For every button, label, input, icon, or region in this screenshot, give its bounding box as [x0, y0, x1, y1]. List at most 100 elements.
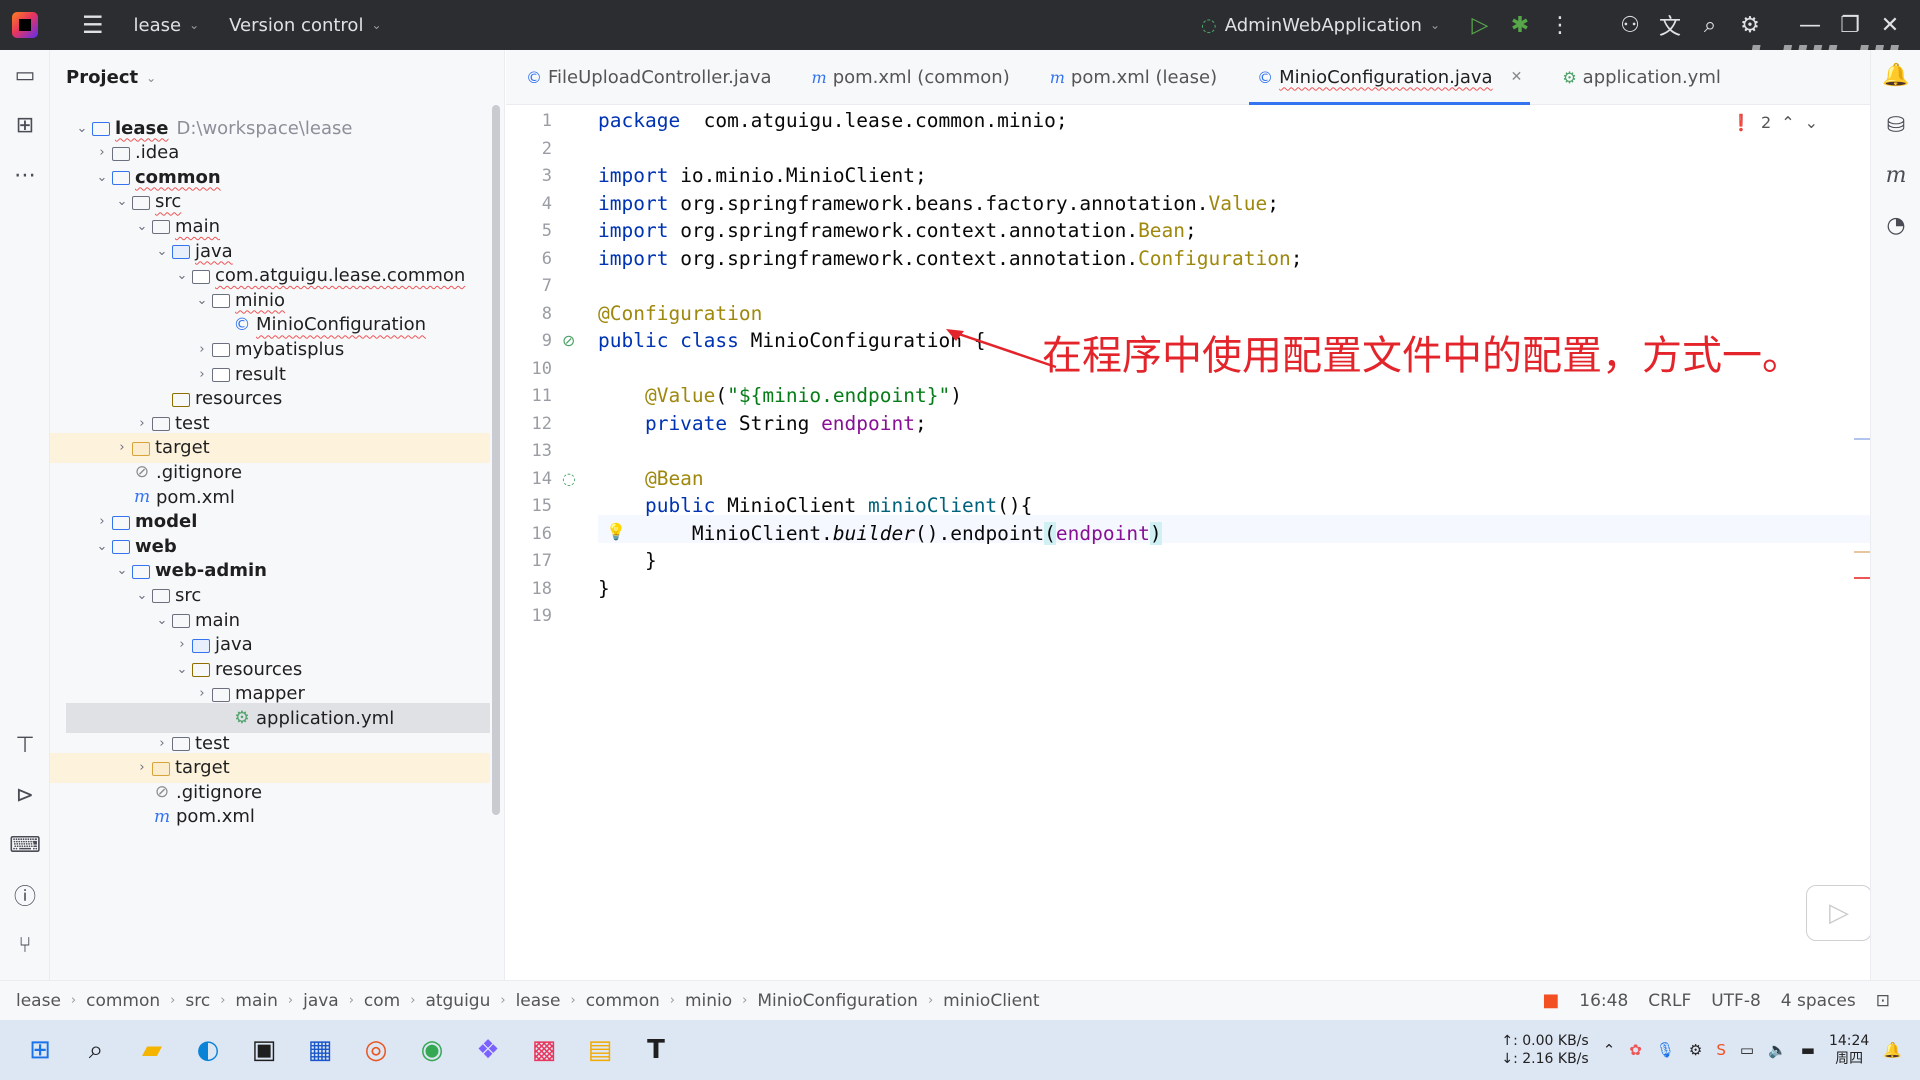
translate-icon[interactable]: 文 [1650, 5, 1690, 45]
chevron-down-icon[interactable]: ⌄ [192, 293, 212, 308]
video-play-button[interactable]: ▷ [1806, 885, 1872, 941]
gradle-icon[interactable]: ◔ [1871, 200, 1920, 250]
tree-item[interactable]: m pom.xml [50, 802, 490, 832]
search-icon[interactable]: ⌕ [1690, 5, 1730, 45]
tray-app-icon[interactable]: ⚙ [1689, 1041, 1702, 1059]
store-icon[interactable]: ▦ [292, 1022, 348, 1078]
breadcrumb-item[interactable]: MinioConfiguration [757, 991, 918, 1011]
code-line[interactable]: public class MinioConfiguration { [598, 329, 985, 352]
breadcrumb-item[interactable]: lease [16, 991, 61, 1011]
project-panel-header[interactable]: Project ⌄ [50, 50, 504, 105]
code-line[interactable]: package com.atguigu.lease.common.minio; [598, 109, 1068, 132]
tray-expand-icon[interactable]: ⌃ [1603, 1041, 1616, 1059]
code-line[interactable]: private String endpoint; [598, 412, 927, 435]
ubuntu-icon[interactable]: ◎ [348, 1022, 404, 1078]
chevron-down-icon[interactable]: ⌄ [132, 219, 152, 234]
typora-icon[interactable]: T [628, 1022, 684, 1078]
breadcrumb-item[interactable]: com [364, 991, 400, 1011]
breadcrumb-item[interactable]: common [86, 991, 160, 1011]
code-line[interactable]: import org.springframework.context.annot… [598, 219, 1197, 242]
chevron-right-icon[interactable]: › [192, 342, 212, 357]
close-tab-icon[interactable]: ✕ [1511, 69, 1523, 85]
code-line[interactable]: import io.minio.MinioClient; [598, 164, 927, 187]
project-switcher[interactable]: lease ⌄ [134, 15, 200, 36]
clock[interactable]: 14:24 周四 [1829, 1032, 1869, 1068]
intention-bulb-icon[interactable]: 💡 [606, 522, 626, 541]
chevron-down-icon[interactable]: ⌄ [92, 539, 112, 554]
bean-config-icon[interactable]: ⊘ [562, 331, 575, 350]
problems-icon[interactable]: ⓘ [0, 870, 50, 920]
chevron-down-icon[interactable]: ⌄ [72, 121, 92, 136]
code-line[interactable]: import org.springframework.context.annot… [598, 247, 1302, 270]
add-user-icon[interactable]: ⚇ [1610, 5, 1650, 45]
intellij-logo-icon[interactable] [12, 12, 38, 38]
vcs-menu[interactable]: Version control ⌄ [229, 15, 381, 36]
code-line[interactable]: @Bean [598, 467, 704, 490]
services-icon[interactable]: ⊳ [0, 770, 50, 820]
file-explorer-icon[interactable]: ▰ [124, 1022, 180, 1078]
maven-icon[interactable]: m [1871, 150, 1920, 200]
code-line[interactable]: } [598, 577, 610, 600]
more-tools-icon[interactable]: ⋯ [0, 150, 50, 200]
code-line[interactable]: import org.springframework.beans.factory… [598, 192, 1279, 215]
chevron-right-icon[interactable]: › [152, 736, 172, 751]
debug-icon[interactable]: ✱ [1500, 5, 1540, 45]
breadcrumb-item[interactable]: atguigu [425, 991, 490, 1011]
run-icon[interactable]: ▷ [1460, 5, 1500, 45]
lock-icon[interactable]: ⊡ [1876, 991, 1890, 1011]
code-line[interactable]: @Configuration [598, 302, 762, 325]
more-actions-icon[interactable]: ⋮ [1540, 5, 1580, 45]
project-scrollbar[interactable] [492, 105, 500, 815]
tray-app-icon[interactable]: S [1716, 1041, 1726, 1059]
inspection-widget[interactable]: ❗ 2 ⌃ ⌄ [1731, 113, 1818, 132]
breadcrumb-item[interactable]: common [586, 991, 660, 1011]
notifications-icon[interactable]: 🔔 [1871, 50, 1920, 100]
structure-icon[interactable]: ⊞ [0, 100, 50, 150]
breadcrumb-item[interactable]: main [235, 991, 277, 1011]
terminal-icon[interactable]: ⌨ [0, 820, 50, 870]
database-icon[interactable]: ⛁ [1871, 100, 1920, 150]
chevron-down-icon[interactable]: ⌄ [152, 244, 172, 259]
code-editor[interactable]: 1 2 3 4 5 6 7 8 9 10 11 12 13 14 15 16 17 18 19 ⊘ ◌ package … [506, 105, 1872, 980]
code-line[interactable]: @Value("${minio.endpoint}") [598, 384, 962, 407]
code-line[interactable]: MinioClient.builder().endpoint(endpoint) [598, 521, 1162, 545]
chrome-icon[interactable]: ◉ [404, 1022, 460, 1078]
chevron-right-icon[interactable]: › [192, 686, 212, 701]
chevron-down-icon[interactable]: ⌄ [172, 268, 192, 283]
chevron-down-icon[interactable]: ⌄ [152, 613, 172, 628]
code-line[interactable]: } [598, 549, 657, 572]
chevron-right-icon[interactable]: › [92, 514, 112, 529]
chevron-right-icon[interactable]: › [132, 760, 152, 775]
chevron-right-icon[interactable]: › [172, 637, 192, 652]
tray-app-icon[interactable]: ✿ [1629, 1041, 1642, 1059]
line-separator[interactable]: CRLF [1648, 991, 1691, 1011]
breadcrumb-item[interactable]: minio [685, 991, 732, 1011]
breadcrumb-item[interactable]: minioClient [943, 991, 1039, 1011]
indent-setting[interactable]: 4 spaces [1781, 991, 1856, 1011]
chevron-down-icon[interactable]: ⌄ [112, 194, 132, 209]
app-icon[interactable]: ❖ [460, 1022, 516, 1078]
chevron-right-icon[interactable]: › [92, 145, 112, 160]
search-icon[interactable]: ⌕ [68, 1022, 124, 1078]
editor-tab[interactable]: © FileUploadController.java [506, 50, 792, 105]
code-line[interactable]: public MinioClient minioClient(){ [598, 494, 1032, 517]
chevron-right-icon[interactable]: › [112, 440, 132, 455]
bean-icon[interactable]: ◌ [562, 469, 576, 488]
chevron-down-icon[interactable]: ⌄ [92, 170, 112, 185]
build-icon[interactable]: ⊤ [0, 720, 50, 770]
terminal-icon[interactable]: ▣ [236, 1022, 292, 1078]
notification-bell-icon[interactable]: 🔔 [1883, 1041, 1902, 1059]
intellij-icon[interactable]: ▩ [516, 1022, 572, 1078]
chevron-down-icon[interactable]: ⌄ [132, 588, 152, 603]
editor-tab[interactable]: m pom.xml (lease) [1030, 50, 1237, 105]
editor-tab[interactable]: m pom.xml (common) [792, 50, 1030, 105]
volume-icon[interactable]: 🔈 [1768, 1041, 1787, 1059]
chevron-down-icon[interactable]: ⌄ [172, 662, 192, 677]
breadcrumb-item[interactable]: src [185, 991, 210, 1011]
edge-icon[interactable]: ◐ [180, 1022, 236, 1078]
microphone-icon[interactable]: 🎙 [1656, 1041, 1675, 1059]
breadcrumb-item[interactable]: lease [516, 991, 561, 1011]
caret-position[interactable]: 16:48 [1579, 991, 1628, 1011]
run-config-selector[interactable]: ◌ AdminWebApplication ⌄ [1201, 15, 1440, 36]
git-icon[interactable]: ⑂ [0, 920, 50, 970]
